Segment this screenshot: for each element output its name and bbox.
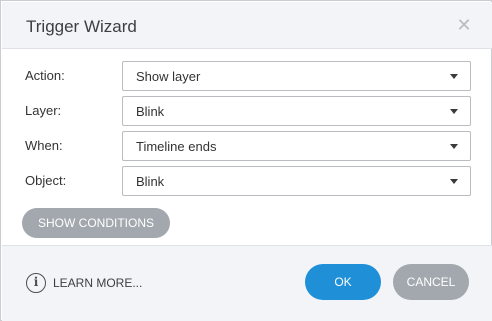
chevron-down-icon bbox=[450, 74, 458, 79]
object-label: Object: bbox=[25, 173, 67, 188]
when-label: When: bbox=[25, 138, 63, 153]
chevron-down-icon bbox=[450, 179, 458, 184]
object-select-value: Blink bbox=[136, 174, 165, 189]
trigger-wizard-dialog: Trigger Wizard ✕ Action: Show layer Laye… bbox=[0, 0, 492, 321]
chevron-down-icon bbox=[450, 109, 458, 114]
when-select[interactable]: Timeline ends bbox=[122, 131, 471, 161]
close-icon[interactable]: ✕ bbox=[454, 15, 474, 35]
ok-button[interactable]: OK bbox=[305, 264, 381, 300]
when-select-value: Timeline ends bbox=[136, 139, 217, 154]
show-conditions-button[interactable]: SHOW CONDITIONS bbox=[22, 208, 170, 238]
object-select[interactable]: Blink bbox=[122, 166, 471, 196]
object-row: Object: Blink bbox=[1, 166, 492, 196]
dialog-title: Trigger Wizard bbox=[26, 17, 137, 36]
layer-select[interactable]: Blink bbox=[122, 96, 471, 126]
action-select-value: Show layer bbox=[136, 69, 201, 84]
chevron-down-icon bbox=[450, 144, 458, 149]
dialog-footer: i LEARN MORE... OK CANCEL bbox=[2, 245, 492, 321]
learn-more-label: LEARN MORE... bbox=[53, 276, 143, 290]
layer-row: Layer: Blink bbox=[1, 96, 492, 126]
action-row: Action: Show layer bbox=[1, 61, 492, 91]
cancel-button[interactable]: CANCEL bbox=[393, 264, 469, 300]
info-icon: i bbox=[26, 273, 46, 293]
action-label: Action: bbox=[25, 68, 65, 83]
dialog-titlebar: Trigger Wizard ✕ bbox=[2, 2, 492, 49]
layer-select-value: Blink bbox=[136, 104, 165, 119]
when-row: When: Timeline ends bbox=[1, 131, 492, 161]
action-select[interactable]: Show layer bbox=[122, 61, 471, 91]
layer-label: Layer: bbox=[25, 103, 62, 118]
